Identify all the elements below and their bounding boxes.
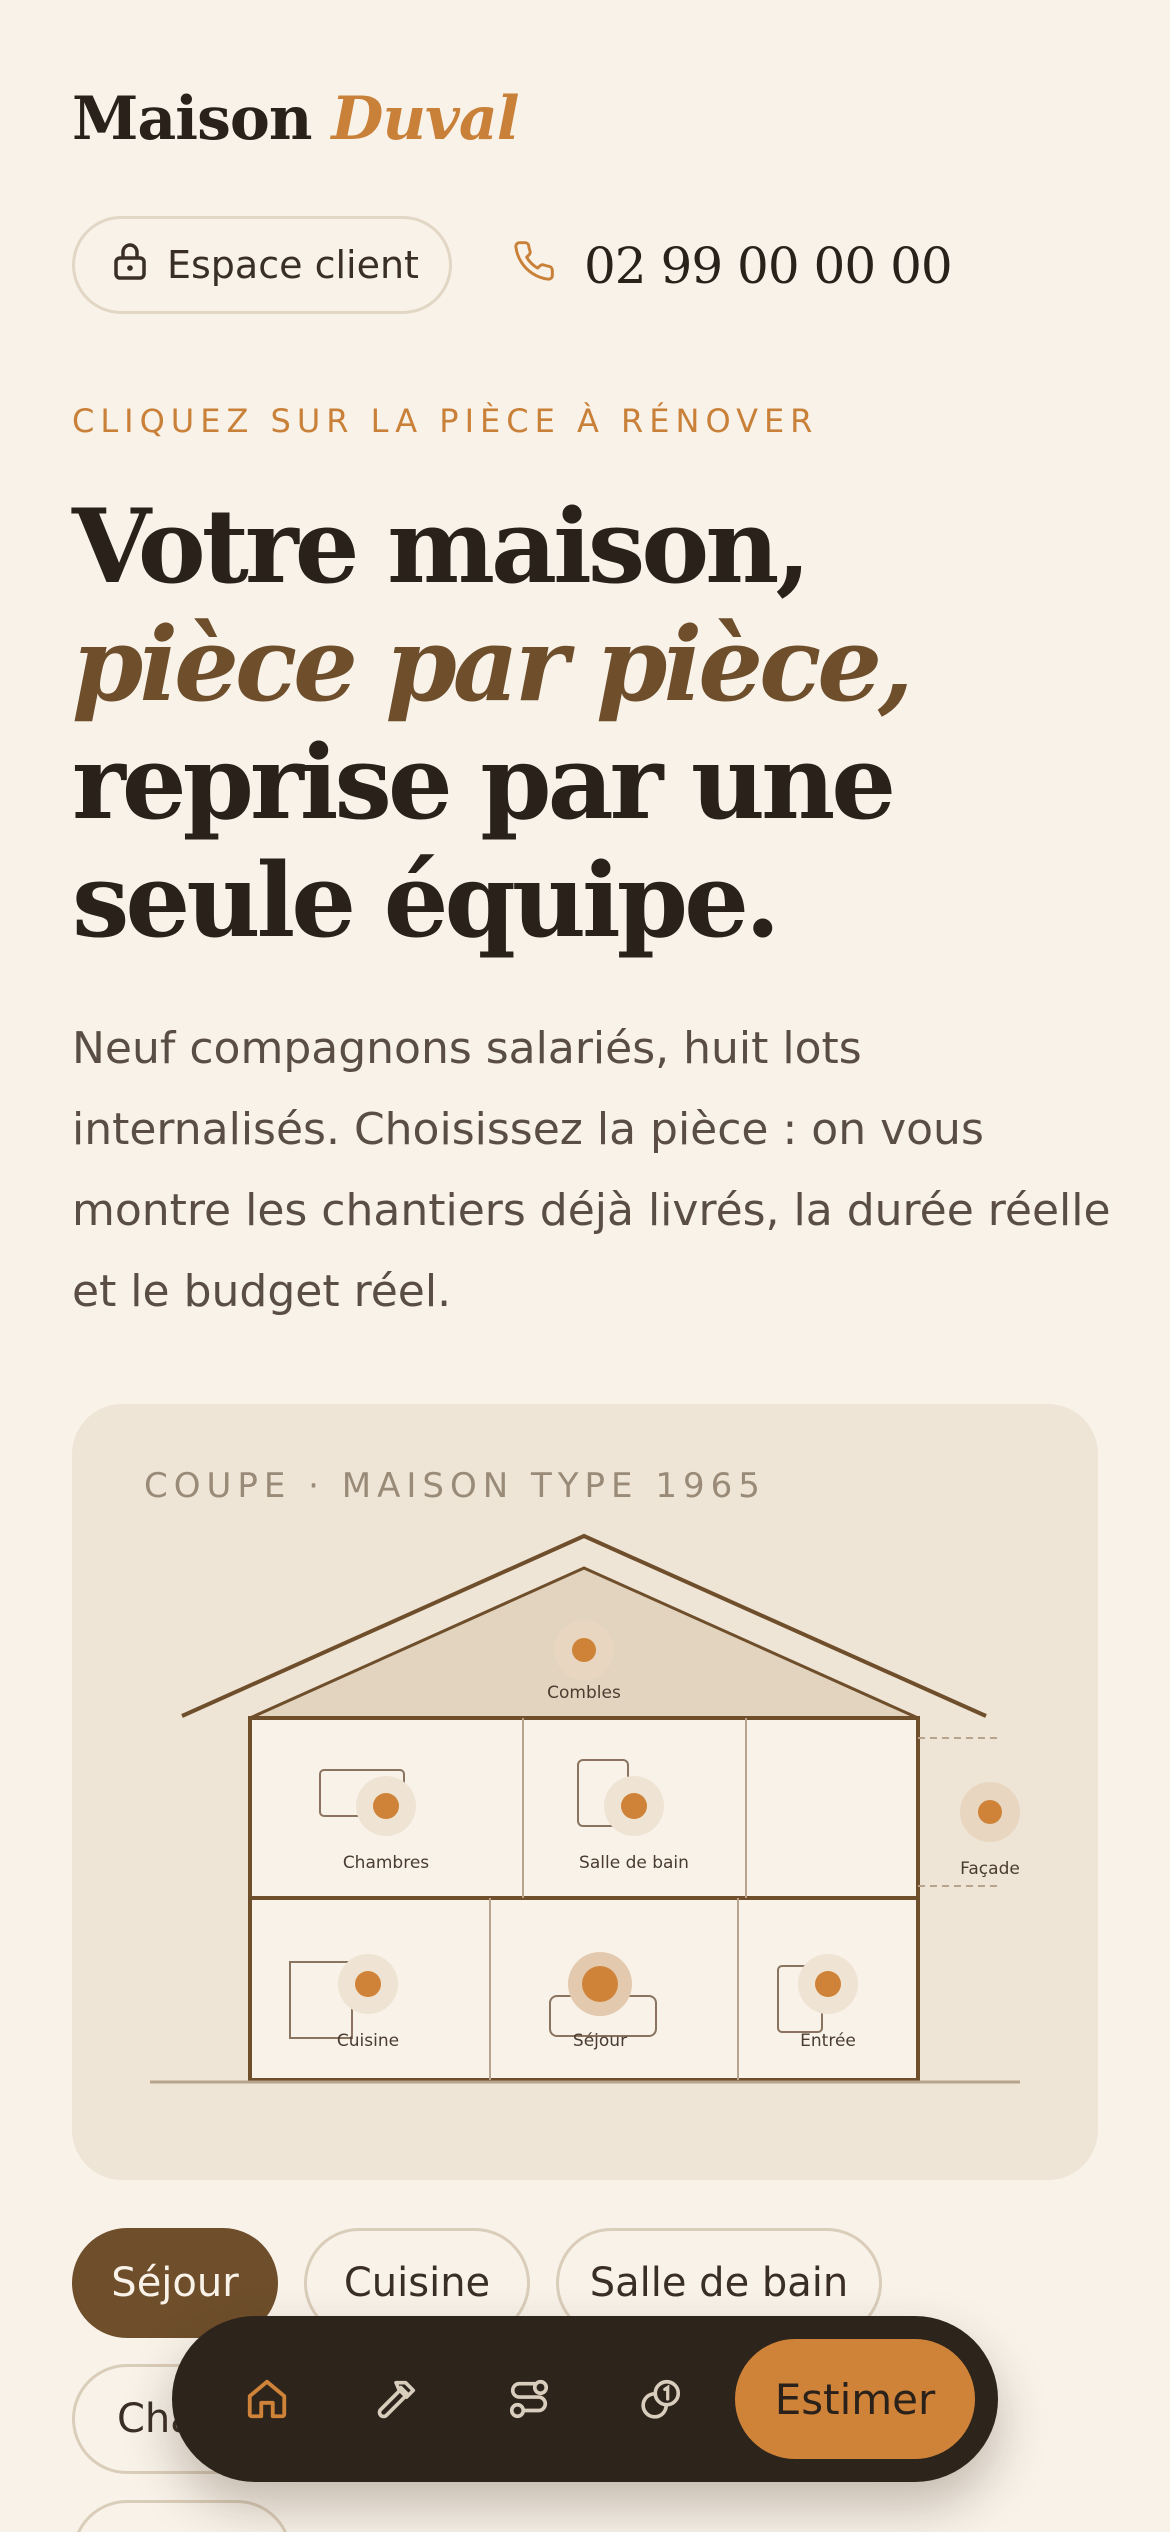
brand-name: Maison <box>72 84 313 154</box>
brand-accent: Duval <box>331 84 519 154</box>
room-label-cuisine: Cuisine <box>337 2031 399 2051</box>
hotspot-entree[interactable]: Entrée <box>798 1954 858 2051</box>
phone-icon <box>512 237 556 295</box>
house-plan: Combles Chambres Salle de bain Façade Cu… <box>150 1533 1020 2084</box>
hotspot-cuisine[interactable]: Cuisine <box>337 1954 399 2051</box>
house-plan-card: COUPE · MAISON TYPE 1965 Combles Chambre… <box>72 1404 1098 2180</box>
client-space-button[interactable]: Espace client <box>72 216 452 314</box>
hero-intro: Neuf compagnons salariés, huit lots inte… <box>72 1023 1111 1317</box>
headline-accent: pièce par pièce, <box>72 605 914 725</box>
bottom-nav: Estimer <box>172 2316 998 2482</box>
lock-icon <box>113 242 147 289</box>
headline-end: reprise par une seule équipe. <box>72 723 896 961</box>
phone-link[interactable]: 02 99 00 00 00 <box>512 224 953 308</box>
room-label-combles: Combles <box>547 1683 621 1703</box>
room-label-chambres: Chambres <box>343 1853 429 1873</box>
brand-logo[interactable]: Maison Duval <box>72 84 520 154</box>
estimate-button[interactable]: Estimer <box>735 2339 975 2459</box>
hammer-icon[interactable] <box>365 2367 429 2431</box>
hero-headline: Votre maison, pièce par pièce, reprise p… <box>72 488 1112 960</box>
client-space-label: Espace client <box>167 243 419 287</box>
room-label-entree: Entrée <box>800 2031 856 2051</box>
home-icon[interactable] <box>235 2367 299 2431</box>
hero-kicker: CLIQUEZ SUR LA PIÈCE À RÉNOVER <box>72 402 819 440</box>
room-label-facade: Façade <box>960 1859 1020 1879</box>
hotspot-sejour[interactable]: Séjour <box>568 1952 632 2051</box>
phone-number: 02 99 00 00 00 <box>584 237 953 295</box>
route-icon[interactable] <box>497 2367 561 2431</box>
coins-icon[interactable] <box>629 2367 693 2431</box>
room-label-sejour: Séjour <box>573 2031 627 2051</box>
chip-more[interactable] <box>72 2500 292 2532</box>
headline-start: Votre maison, <box>72 487 811 607</box>
room-label-salle-de-bain: Salle de bain <box>579 1853 689 1873</box>
hotspot-facade[interactable]: Façade <box>960 1782 1020 1879</box>
